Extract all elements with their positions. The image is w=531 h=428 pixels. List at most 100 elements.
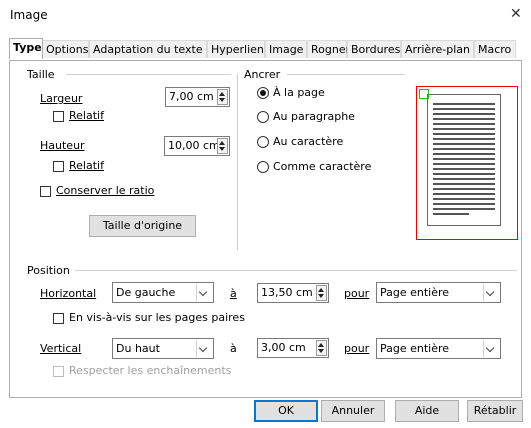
chevron-down-icon[interactable] [196, 284, 212, 301]
tab-background[interactable]: Arrière-plan [401, 40, 474, 58]
vertical-separator [237, 74, 238, 250]
anchor-paragraph-label: Au paragraphe [273, 110, 355, 123]
mirror-checkbox[interactable] [53, 313, 64, 324]
tab-hyperlink[interactable]: Hyperlien [207, 40, 265, 58]
spin-down-icon[interactable] [318, 294, 324, 298]
spin-up-icon[interactable] [219, 141, 225, 145]
width-value[interactable]: 7,00 cm [169, 90, 214, 103]
text-line [433, 128, 495, 130]
horizontal-select-value[interactable]: De gauche [116, 286, 175, 299]
anchor-section-divider [287, 74, 405, 75]
size-section-label: Taille [27, 68, 55, 81]
follow-flow-label: Respecter les enchaînements [69, 364, 232, 377]
spin-down-icon[interactable] [318, 349, 324, 353]
anchor-character-radio[interactable] [257, 136, 269, 148]
height-relative-checkbox[interactable] [53, 161, 64, 172]
text-line [433, 193, 495, 195]
tab-borders[interactable]: Bordures [347, 40, 401, 58]
size-section-divider [66, 74, 231, 75]
spin-up-icon[interactable] [219, 92, 225, 96]
text-line [433, 153, 495, 155]
tab-options[interactable]: Options [42, 40, 89, 58]
width-spin-buttons[interactable] [217, 89, 228, 105]
original-size-button[interactable]: Taille d'origine [89, 215, 196, 237]
chevron-down-icon[interactable] [483, 340, 499, 357]
anchor-page-label: À la page [273, 86, 325, 99]
text-line [433, 188, 495, 190]
preview-page [427, 94, 501, 226]
text-line [433, 183, 495, 185]
tab-image[interactable]: Image [265, 40, 307, 58]
chevron-down-icon[interactable] [196, 340, 212, 357]
text-line [433, 118, 495, 120]
vertical-select-value[interactable]: Du haut [116, 342, 160, 355]
text-line [433, 123, 495, 125]
horizontal-relation-select[interactable]: Page entière [376, 282, 501, 303]
horizontal-at-label: à [230, 287, 237, 300]
spin-down-icon[interactable] [219, 147, 225, 151]
title-bar [0, 0, 531, 30]
text-line [433, 198, 495, 200]
anchor-page-radio[interactable] [257, 87, 269, 99]
ok-button[interactable]: OK [254, 400, 318, 422]
text-line [433, 173, 495, 175]
tab-type[interactable]: Type [9, 38, 43, 59]
vertical-label: Vertical [40, 342, 82, 355]
vertical-relation-select[interactable]: Page entière [376, 338, 501, 359]
text-line [433, 148, 495, 150]
height-relative-label: Relatif [69, 159, 104, 172]
text-line [433, 168, 495, 170]
reset-button[interactable]: Rétablir [467, 400, 523, 422]
height-spinfield[interactable]: 10,00 cm [164, 136, 230, 156]
cancel-button[interactable]: Annuler [321, 400, 385, 422]
vertical-relation-value[interactable]: Page entière [380, 342, 449, 355]
anchor-as-character-label: Comme caractère [273, 160, 372, 173]
anchor-marker [419, 89, 429, 99]
horizontal-spin-buttons[interactable] [316, 285, 327, 301]
help-button[interactable]: Aide [395, 400, 459, 422]
width-relative-label: Relatif [69, 109, 104, 122]
tab-text-wrap[interactable]: Adaptation du texte [89, 40, 207, 58]
horizontal-select[interactable]: De gauche [112, 282, 214, 303]
position-section-label: Position [27, 264, 70, 277]
text-line [433, 208, 495, 210]
keep-ratio-label: Conserver le ratio [56, 184, 155, 197]
vertical-position-spinfield[interactable]: 3,00 cm [257, 338, 329, 358]
text-line [433, 213, 469, 215]
position-section-divider [75, 270, 517, 271]
anchor-as-character-radio[interactable] [257, 161, 269, 173]
chevron-down-icon[interactable] [483, 284, 499, 301]
tab-macro[interactable]: Macro [474, 40, 516, 58]
anchor-paragraph-radio[interactable] [257, 111, 269, 123]
follow-flow-checkbox[interactable] [53, 366, 64, 377]
vertical-at-label: à [230, 342, 237, 355]
vertical-select[interactable]: Du haut [112, 338, 214, 359]
window-title: Image [10, 8, 48, 22]
horizontal-label: Horizontal [40, 287, 97, 300]
vertical-for-label: pour [344, 342, 370, 355]
mirror-label: En vis-à-vis sur les pages paires [69, 311, 245, 324]
spin-down-icon[interactable] [219, 98, 225, 102]
keep-ratio-checkbox[interactable] [40, 186, 51, 197]
spin-up-icon[interactable] [318, 288, 324, 292]
height-spin-buttons[interactable] [217, 138, 228, 154]
text-line [433, 143, 495, 145]
horizontal-position-value[interactable]: 13,50 cm [261, 286, 313, 299]
close-icon[interactable]: ✕ [510, 6, 522, 22]
height-label: Hauteur [40, 139, 85, 152]
text-line [433, 178, 495, 180]
horizontal-for-label: pour [344, 287, 370, 300]
vertical-position-value[interactable]: 3,00 cm [261, 341, 306, 354]
tab-crop[interactable]: Rogner [307, 40, 350, 58]
spin-up-icon[interactable] [318, 343, 324, 347]
horizontal-position-spinfield[interactable]: 13,50 cm [257, 283, 329, 303]
text-line [433, 133, 495, 135]
height-value[interactable]: 10,00 cm [168, 139, 220, 152]
anchor-character-label: Au caractère [273, 135, 344, 148]
width-label: Largeur [40, 92, 83, 105]
vertical-spin-buttons[interactable] [316, 340, 327, 356]
width-relative-checkbox[interactable] [53, 111, 64, 122]
text-line [433, 163, 495, 165]
horizontal-relation-value[interactable]: Page entière [380, 286, 449, 299]
width-spinfield[interactable]: 7,00 cm [165, 87, 230, 107]
